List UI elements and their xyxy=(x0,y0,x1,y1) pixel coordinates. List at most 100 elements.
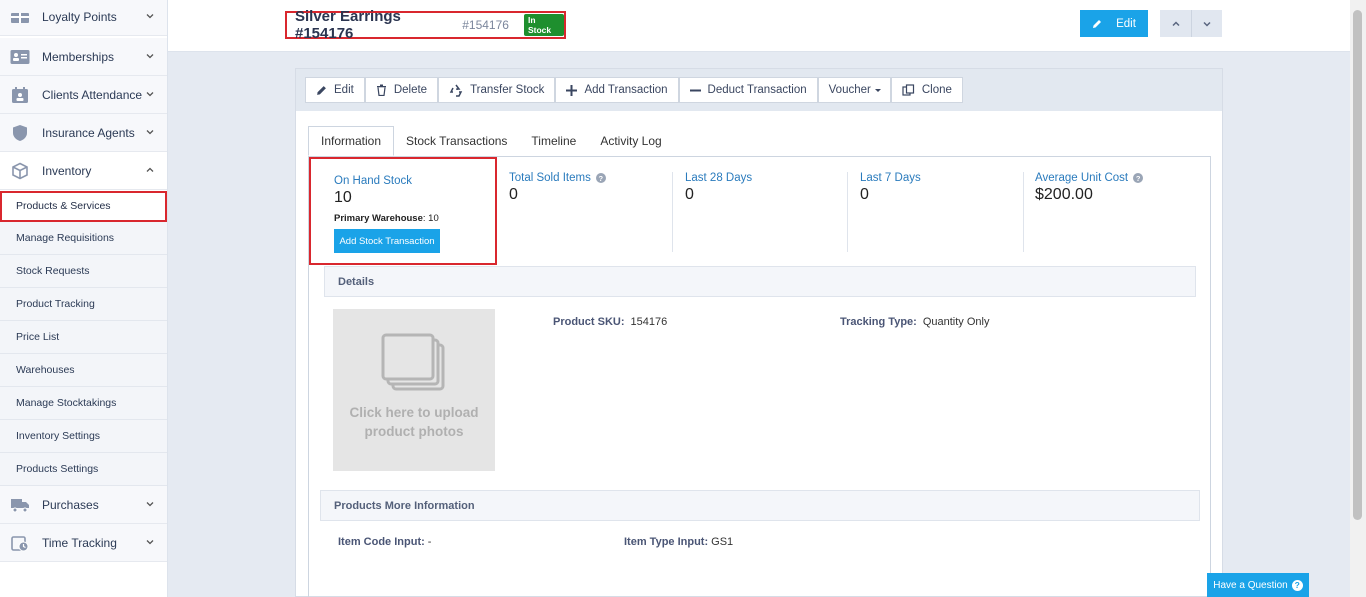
chevron-down-icon xyxy=(146,14,154,19)
truck-icon xyxy=(10,496,30,514)
transfer-stock-label: Transfer Stock xyxy=(470,84,545,96)
sidebar-item-purchases[interactable]: Purchases xyxy=(0,486,167,524)
scrollbar-thumb[interactable] xyxy=(1353,10,1362,520)
last-28-days-stat: Last 28 Days 0 xyxy=(684,172,848,252)
copy-icon xyxy=(902,83,914,96)
on-hand-value: 10 xyxy=(334,189,352,206)
recycle-icon xyxy=(449,84,463,97)
average-unit-cost-stat: Average Unit Cost? $200.00 xyxy=(1035,172,1205,252)
delete-button-label: Delete xyxy=(393,84,428,96)
last-28-label[interactable]: Last 28 Days xyxy=(685,172,847,184)
on-hand-label[interactable]: On Hand Stock xyxy=(334,175,495,187)
help-icon[interactable]: ? xyxy=(595,173,606,183)
sidebar-item-label: Loyalty Points xyxy=(42,9,117,24)
add-transaction-label: Add Transaction xyxy=(584,84,668,96)
loyalty-icon xyxy=(10,8,30,26)
sku-label: Product SKU: xyxy=(553,316,625,328)
clock-calendar-icon xyxy=(10,534,30,552)
sidebar-item-memberships[interactable]: Memberships xyxy=(0,38,167,76)
edit-label: Edit xyxy=(1116,17,1136,30)
sidebar-sub-products-settings[interactable]: Products Settings xyxy=(0,453,167,486)
edit-button[interactable]: Edit xyxy=(305,77,365,103)
item-type-label: Item Type Input: xyxy=(624,536,709,548)
next-record-button[interactable] xyxy=(1191,10,1222,37)
question-icon: ? xyxy=(1291,579,1303,591)
sidebar-item-loyalty-points[interactable]: Loyalty Points xyxy=(0,0,167,36)
images-icon xyxy=(381,333,445,391)
sidebar-item-label: Memberships xyxy=(42,49,115,64)
information-panel: On Hand Stock 10 Primary Warehouse: 10 A… xyxy=(308,156,1211,597)
upload-text-line-1: Click here to upload xyxy=(349,405,479,420)
sidebar-sub-inventory-settings[interactable]: Inventory Settings xyxy=(0,420,167,453)
previous-record-button[interactable] xyxy=(1160,10,1191,37)
stock-stats: On Hand Stock 10 Primary Warehouse: 10 A… xyxy=(309,156,1212,265)
primary-warehouse-label: Primary Warehouse xyxy=(334,213,423,224)
chevron-down-icon xyxy=(146,540,154,545)
tabs: Information Stock Transactions Timeline … xyxy=(308,126,674,156)
page-header: Silver Earrings #154176 #154176 In Stock… xyxy=(168,0,1350,52)
status-badge: In Stock xyxy=(523,14,564,36)
sidebar-sub-manage-stocktakings[interactable]: Manage Stocktakings xyxy=(0,387,167,420)
tab-stock-transactions[interactable]: Stock Transactions xyxy=(394,126,519,156)
header-edit-button[interactable]: Edit xyxy=(1080,10,1148,37)
membership-card-icon xyxy=(10,48,30,66)
avg-cost-label[interactable]: Average Unit Cost xyxy=(1035,172,1128,184)
tracking-type-label: Tracking Type: xyxy=(840,316,917,328)
upload-text-line-2: product photos xyxy=(364,424,464,439)
sidebar-item-time-tracking[interactable]: Time Tracking xyxy=(0,524,167,562)
sidebar-item-inventory[interactable]: Inventory xyxy=(0,152,167,190)
chevron-up-icon xyxy=(146,167,154,172)
sidebar-sub-products-services[interactable]: Products & Services xyxy=(0,191,167,222)
sidebar-item-insurance-agents[interactable]: Insurance Agents xyxy=(0,114,167,152)
avg-cost-value: $200.00 xyxy=(1035,186,1093,203)
last-28-value: 0 xyxy=(685,186,694,203)
deduct-transaction-label: Deduct Transaction xyxy=(707,84,807,96)
sidebar-item-label: Insurance Agents xyxy=(42,125,135,140)
have-a-question-button[interactable]: Have a Question ? xyxy=(1207,573,1309,597)
tab-information[interactable]: Information xyxy=(308,126,395,156)
clone-button[interactable]: Clone xyxy=(890,77,963,103)
product-sku: Product SKU: 154176 xyxy=(553,316,667,328)
sidebar-sub-product-tracking[interactable]: Product Tracking xyxy=(0,288,167,321)
upload-photo-text: Click here to upload product photos xyxy=(349,403,478,441)
pencil-icon xyxy=(1093,19,1102,28)
sidebar-item-label: Purchases xyxy=(42,497,99,512)
item-type-input: Item Type Input: GS1 xyxy=(624,536,733,548)
last-7-days-stat: Last 7 Days 0 xyxy=(860,172,1024,252)
more-information-heading: Products More Information xyxy=(320,490,1200,521)
sidebar: Loyalty Points Memberships Clients Atten… xyxy=(0,0,168,597)
tab-timeline[interactable]: Timeline xyxy=(519,126,588,156)
edit-button-label: Edit xyxy=(334,84,354,96)
plus-icon xyxy=(566,84,578,96)
tab-activity-log[interactable]: Activity Log xyxy=(588,126,673,156)
item-type-value: GS1 xyxy=(711,536,734,548)
sidebar-item-label: Inventory xyxy=(42,163,92,178)
last-7-value: 0 xyxy=(860,186,869,203)
last-7-label[interactable]: Last 7 Days xyxy=(860,172,1023,184)
help-button-label: Have a Question xyxy=(1213,579,1288,591)
clone-label: Clone xyxy=(921,84,952,96)
upload-photo-area[interactable]: Click here to upload product photos xyxy=(333,309,495,471)
item-code-label: Item Code Input: xyxy=(338,536,425,548)
sidebar-sub-price-list[interactable]: Price List xyxy=(0,321,167,354)
voucher-dropdown[interactable]: Voucher xyxy=(817,77,891,103)
box-icon xyxy=(10,162,30,180)
page-scrollbar[interactable] xyxy=(1350,0,1366,597)
deduct-transaction-button[interactable]: Deduct Transaction xyxy=(678,77,818,103)
item-code-input: Item Code Input: - xyxy=(338,536,431,548)
chevron-up-icon xyxy=(1171,20,1180,26)
sidebar-sub-stock-requests[interactable]: Stock Requests xyxy=(0,255,167,288)
sidebar-sub-manage-requisitions[interactable]: Manage Requisitions xyxy=(0,222,167,255)
chevron-down-icon xyxy=(146,130,154,135)
delete-button[interactable]: Delete xyxy=(364,77,439,103)
sidebar-sub-warehouses[interactable]: Warehouses xyxy=(0,354,167,387)
add-transaction-button[interactable]: Add Transaction xyxy=(555,77,679,103)
help-icon[interactable]: ? xyxy=(1133,173,1144,183)
total-sold-stat: Total Sold Items? 0 xyxy=(509,172,673,252)
caret-down-icon xyxy=(874,89,881,92)
sidebar-item-label: Clients Attendance xyxy=(42,87,143,102)
add-stock-transaction-button[interactable]: Add Stock Transaction xyxy=(334,229,440,253)
total-sold-label[interactable]: Total Sold Items xyxy=(509,172,591,184)
transfer-stock-button[interactable]: Transfer Stock xyxy=(438,77,556,103)
sidebar-item-clients-attendance[interactable]: Clients Attendance xyxy=(0,76,167,114)
